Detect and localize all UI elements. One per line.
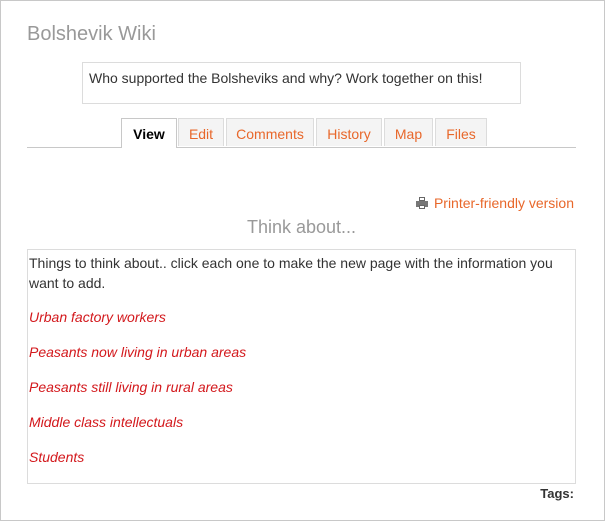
tab-files[interactable]: Files [435,118,487,146]
wiki-title: Bolshevik Wiki [27,23,156,45]
link-middle-class-intellectuals[interactable]: Middle class intellectuals [29,414,183,430]
link-peasants-rural[interactable]: Peasants still living in rural areas [29,379,233,395]
wiki-frame: Bolshevik Wiki Who supported the Bolshev… [0,0,605,521]
wiki-intro-box: Who supported the Bolsheviks and why? Wo… [82,62,521,104]
page-intro-text: Things to think about.. click each one t… [29,255,553,291]
page-content: Things to think about.. click each one t… [27,249,576,484]
printer-icon [415,197,428,209]
printer-friendly-label: Printer-friendly version [433,195,574,211]
link-peasants-urban[interactable]: Peasants now living in urban areas [29,344,246,360]
printer-friendly-link[interactable]: Printer-friendly version [415,195,574,211]
tags-label: Tags: [540,486,574,501]
tab-edit[interactable]: Edit [178,118,224,146]
tab-view[interactable]: View [121,118,177,148]
page-title: Think about... [246,217,357,237]
wiki-tabs: View Edit Comments History Map Files [27,118,576,148]
link-students[interactable]: Students [29,449,84,465]
tab-map[interactable]: Map [384,118,433,146]
tab-comments[interactable]: Comments [226,118,314,146]
wiki-intro-text: Who supported the Bolsheviks and why? Wo… [89,70,483,86]
tab-history[interactable]: History [316,118,382,146]
link-urban-factory-workers[interactable]: Urban factory workers [29,309,166,325]
